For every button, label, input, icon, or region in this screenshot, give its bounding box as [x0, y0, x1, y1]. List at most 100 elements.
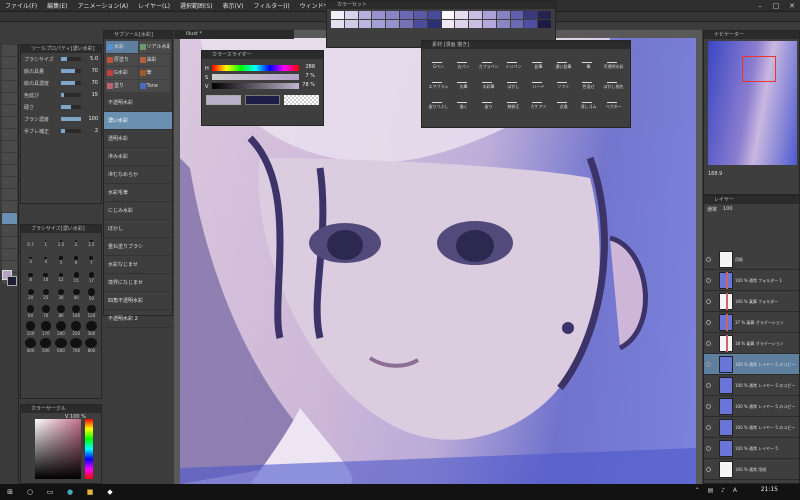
menu-item[interactable]: 表示(V) [218, 1, 249, 10]
tool-button[interactable] [2, 57, 17, 68]
color-set-swatch[interactable] [386, 20, 400, 28]
property-slider[interactable] [61, 105, 81, 109]
tool-button[interactable] [2, 93, 17, 104]
color-set-swatch[interactable] [482, 20, 496, 28]
property-slider[interactable] [61, 93, 81, 97]
color-set-swatch[interactable] [524, 20, 538, 28]
color-set-swatch[interactable] [413, 11, 427, 19]
color-slider-bar[interactable]: 78 % [212, 82, 315, 89]
brush-size-preset[interactable]: 150 [24, 321, 37, 336]
eye-icon[interactable] [706, 466, 711, 472]
color-set-swatch[interactable] [358, 11, 372, 19]
browser-icon[interactable]: ● [64, 487, 76, 497]
eye-icon[interactable] [706, 445, 711, 451]
color-set-swatch[interactable] [441, 20, 455, 28]
layer-row[interactable]: 100 % 通常 フォルダー 1 [704, 270, 799, 291]
brush-size-preset[interactable]: 120 [85, 304, 98, 319]
material-item[interactable]: ミリペン [502, 52, 525, 70]
material-item[interactable]: ベクター [602, 92, 625, 110]
brush-size-preset[interactable]: 600 [54, 338, 67, 353]
color-set-swatch[interactable] [469, 20, 482, 28]
layer-row[interactable]: 100 % 通常 レイヤー 5 のコピー 3 [704, 396, 799, 417]
material-item[interactable]: エアブラシ [427, 72, 450, 90]
layer-row[interactable]: 18 % 乗算 グラデーション [704, 333, 799, 354]
eye-icon[interactable] [706, 256, 711, 262]
color-set-swatch[interactable] [427, 20, 441, 28]
color-set-swatch[interactable] [441, 11, 455, 19]
subtool-group-tab[interactable]: G水彩 [106, 67, 138, 79]
color-set-swatch[interactable] [496, 20, 510, 28]
layer-row[interactable]: 100 % 通常 レイヤー 5 のコピー 4 [704, 375, 799, 396]
material-item[interactable]: 色混ぜ [577, 72, 600, 90]
tool-button[interactable] [2, 117, 17, 128]
brush-size-preset[interactable]: 17 [85, 270, 98, 285]
subtool-item[interactable]: 濃い水彩 [104, 112, 172, 130]
brush-size-preset[interactable]: 1 [39, 236, 52, 251]
tool-button[interactable] [2, 129, 17, 140]
ime-indicator[interactable]: A [733, 487, 740, 494]
color-set-swatch[interactable] [482, 11, 496, 19]
menu-item[interactable]: 選択範囲(S) [175, 1, 218, 10]
tool-button[interactable] [2, 189, 17, 200]
subtool-item[interactable]: 四角不透明水彩 [104, 292, 172, 310]
material-item[interactable]: ぼかし [502, 72, 525, 90]
color-set-swatch[interactable] [538, 11, 551, 19]
color-set-swatch[interactable] [400, 20, 413, 28]
color-slider-bar[interactable]: 288 [212, 64, 315, 71]
menu-item[interactable]: フィルター(I) [248, 1, 294, 10]
tool-button[interactable] [2, 225, 17, 236]
maximize-button[interactable]: □ [768, 0, 784, 12]
color-set-swatch[interactable] [386, 11, 400, 19]
current-color-swatch[interactable] [206, 95, 241, 105]
brush-size-preset[interactable]: 5 [54, 253, 67, 268]
subtool-group-tab[interactable]: 厚塗り [106, 54, 138, 66]
layer-blend-mode[interactable]: 通常 [707, 206, 717, 213]
tool-button[interactable] [2, 165, 17, 176]
tool-button[interactable] [2, 81, 17, 92]
layer-row[interactable]: 100 % 通常 レイヤー 5 のコピー 6 [704, 354, 799, 375]
color-set-swatch[interactable] [331, 11, 344, 19]
subtool-item[interactable]: ぼかし [104, 220, 172, 238]
brush-size-preset[interactable]: 70 [39, 304, 52, 319]
material-item[interactable]: 鉛筆 [527, 52, 550, 70]
color-set-swatch[interactable] [538, 20, 551, 28]
color-set-swatch[interactable] [372, 20, 386, 28]
brush-size-preset[interactable]: 500 [39, 338, 52, 353]
material-item[interactable]: 筆 [577, 52, 600, 70]
subtool-group-tab[interactable]: 筆 [138, 67, 170, 79]
tool-button[interactable] [2, 69, 17, 80]
color-set-swatch[interactable] [455, 20, 469, 28]
color-set-swatch[interactable] [413, 20, 427, 28]
brush-size-preset[interactable]: 2 [70, 236, 83, 251]
subtool-group-tab[interactable]: 塗り [106, 80, 138, 92]
tool-button[interactable] [2, 141, 17, 152]
start-icon[interactable]: ⊞ [4, 487, 16, 497]
brush-size-preset[interactable]: 60 [24, 304, 37, 319]
tool-button[interactable] [2, 213, 17, 224]
tool-button[interactable] [2, 249, 17, 260]
subtool-item[interactable]: 透明水彩 [104, 130, 172, 148]
tool-button[interactable] [2, 105, 17, 116]
brush-size-preset[interactable]: 10 [39, 270, 52, 285]
subtool-item[interactable]: 不透明水彩 [104, 94, 172, 112]
layer-row[interactable]: 100 % 通常 レイヤー 5 [704, 438, 799, 459]
color-set-swatch[interactable] [372, 11, 386, 19]
color-slider-row[interactable]: V 78 % [202, 82, 323, 90]
menu-item[interactable]: レイヤー(L) [133, 1, 175, 10]
eye-icon[interactable] [706, 340, 711, 346]
subtool-item[interactable]: 境界になじませ [104, 274, 172, 292]
property-row[interactable]: 硬さ [21, 101, 101, 113]
color-set-swatch[interactable] [400, 11, 413, 19]
brush-size-preset[interactable]: 700 [70, 338, 83, 353]
eye-icon[interactable] [706, 424, 711, 430]
subtool-group-tab[interactable]: 水彩 [106, 41, 138, 53]
color-set-swatch[interactable] [358, 20, 372, 28]
tool-button[interactable] [2, 201, 17, 212]
minimize-button[interactable]: – [752, 0, 768, 12]
property-slider[interactable] [61, 69, 81, 73]
brush-size-preset[interactable]: 20 [24, 287, 37, 302]
brush-size-preset[interactable]: 250 [70, 321, 83, 336]
material-item[interactable]: 点描 [552, 92, 575, 110]
saturation-value-square[interactable] [35, 419, 81, 479]
property-slider[interactable] [61, 129, 81, 133]
